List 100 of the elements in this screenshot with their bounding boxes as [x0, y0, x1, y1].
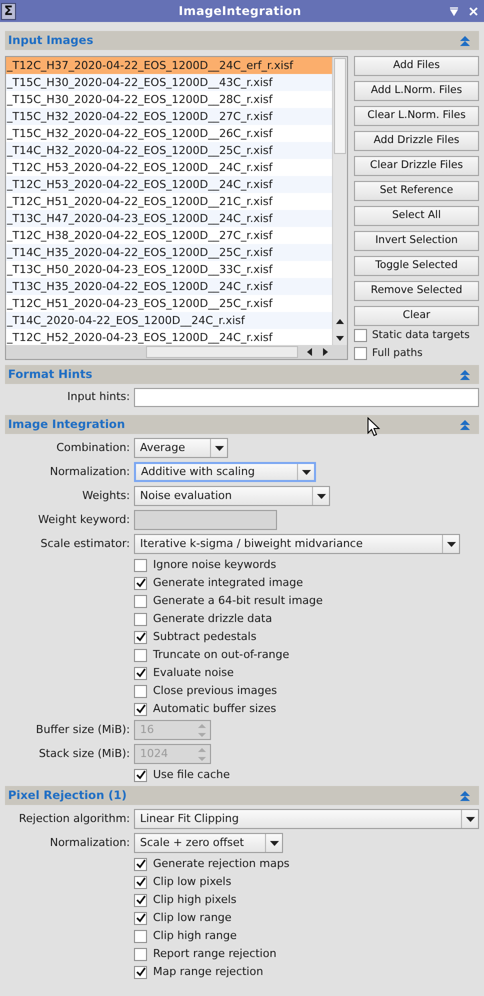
- push-button[interactable]: Clear Drizzle Files: [354, 156, 479, 176]
- section-title: Pixel Rejection (1): [8, 786, 127, 804]
- file-list-item[interactable]: _T14C_2020-04-22_EOS_1200D__24C_r.xisf: [6, 312, 334, 329]
- section-title: Input Images: [8, 32, 94, 49]
- push-button[interactable]: Select All: [354, 206, 479, 226]
- dropdown-arrow-icon[interactable]: [214, 446, 224, 450]
- checkbox-label: Close previous images: [153, 682, 277, 699]
- push-button[interactable]: Toggle Selected: [354, 256, 479, 276]
- push-button[interactable]: Add Drizzle Files: [354, 131, 479, 151]
- checkbox-label: Use file cache: [153, 766, 230, 783]
- dropdown-arrow-icon[interactable]: [316, 494, 326, 498]
- file-list-item[interactable]: _T14C_H32_2020-04-22_EOS_1200D__25C_r.xisf: [6, 142, 334, 159]
- checkbox-label: Truncate on out-of-range: [153, 646, 290, 663]
- file-list-item[interactable]: _T13C_H35_2020-04-22_EOS_1200D__24C_r.xisf: [6, 278, 334, 295]
- checkbox[interactable]: [134, 930, 147, 942]
- push-button[interactable]: Set Reference: [354, 181, 479, 201]
- checkbox-label: Generate rejection maps: [153, 856, 290, 872]
- checkbox[interactable]: [134, 684, 147, 698]
- checkbox-label: Clip low pixels: [153, 874, 232, 890]
- push-button[interactable]: Add Files: [354, 56, 479, 76]
- section-title: Image Integration: [8, 416, 126, 433]
- dropdown-value: Additive with scaling: [140, 464, 256, 480]
- push-button[interactable]: Clear L.Norm. Files: [354, 106, 479, 126]
- field-label: Combination:: [55, 440, 131, 456]
- pin-icon[interactable]: [449, 7, 459, 16]
- checkbox[interactable]: [134, 594, 147, 608]
- checkbox[interactable]: [134, 894, 147, 906]
- field-label: Stack size (MiB):: [38, 746, 131, 762]
- dropdown-value: Average: [139, 440, 186, 456]
- scroll-right-icon[interactable]: [323, 348, 328, 356]
- push-button[interactable]: Clear: [354, 306, 479, 326]
- horizontal-scrollbar[interactable]: [6, 345, 347, 359]
- push-button[interactable]: Add L.Norm. Files: [354, 81, 479, 101]
- checkbox[interactable]: [134, 912, 147, 924]
- dropdown[interactable]: Linear Fit Clipping: [134, 809, 479, 829]
- checkbox[interactable]: [134, 630, 147, 644]
- collapse-icon[interactable]: [459, 419, 471, 430]
- field-label: Normalization:: [48, 834, 131, 851]
- checkbox-label: Ignore noise keywords: [153, 556, 276, 573]
- file-list-item[interactable]: _T14C_H35_2020-04-22_EOS_1200D__25C_r.xisf: [6, 244, 334, 261]
- dropdown-value: Noise evaluation: [139, 488, 233, 504]
- dropdown[interactable]: Additive with scaling: [134, 462, 316, 482]
- checkbox-label: Generate integrated image: [153, 574, 304, 591]
- dropdown[interactable]: Noise evaluation: [134, 486, 330, 506]
- checkbox-label: Automatic buffer sizes: [153, 700, 276, 717]
- checkbox[interactable]: [134, 666, 147, 680]
- section-title: Format Hints: [8, 366, 92, 383]
- file-list-item[interactable]: _T15C_H30_2020-04-22_EOS_1200D__43C_r.xisf: [6, 74, 334, 91]
- field-label: Input hints:: [66, 388, 131, 405]
- push-button[interactable]: Remove Selected: [354, 281, 479, 301]
- dropdown-value: Iterative k-sigma / biweight midvariance: [139, 536, 364, 552]
- checkbox[interactable]: [134, 876, 147, 888]
- field-label: Buffer size (MiB):: [34, 722, 131, 738]
- collapse-icon[interactable]: [459, 35, 471, 46]
- collapse-icon[interactable]: [459, 790, 471, 801]
- dropdown-value: Scale + zero offset: [139, 834, 245, 851]
- checkbox[interactable]: [354, 329, 367, 342]
- dropdown[interactable]: Average: [134, 438, 228, 458]
- window-menu-icon[interactable]: Σ: [1, 2, 16, 20]
- scroll-down-icon[interactable]: [336, 336, 344, 341]
- checkbox[interactable]: [134, 612, 147, 626]
- dropdown[interactable]: Scale + zero offset: [134, 833, 283, 853]
- push-button[interactable]: Invert Selection: [354, 231, 479, 251]
- scroll-left-icon[interactable]: [307, 348, 312, 356]
- checkbox[interactable]: [134, 768, 147, 782]
- scroll-up-icon[interactable]: [336, 319, 344, 324]
- scrollbar-thumb[interactable]: [334, 58, 346, 154]
- checkbox[interactable]: [134, 648, 147, 662]
- scrollbar-thumb[interactable]: [146, 346, 298, 358]
- file-list-item[interactable]: _T15C_H32_2020-04-22_EOS_1200D__27C_r.xisf: [6, 108, 334, 125]
- dropdown-arrow-icon[interactable]: [302, 470, 310, 474]
- close-icon[interactable]: [469, 7, 478, 16]
- input-hints-field[interactable]: [134, 388, 479, 406]
- vertical-scrollbar[interactable]: [332, 57, 347, 345]
- checkbox[interactable]: [134, 702, 147, 716]
- checkbox-label: Evaluate noise: [153, 664, 234, 681]
- checkbox-label: Subtract pedestals: [153, 628, 256, 645]
- dropdown[interactable]: Iterative k-sigma / biweight midvariance: [134, 534, 460, 554]
- field-label: Weights:: [81, 488, 131, 504]
- checkbox[interactable]: [134, 576, 147, 590]
- checkbox-label: Map range rejection: [153, 964, 264, 980]
- field-label: Weight keyword:: [37, 512, 131, 528]
- dropdown-arrow-icon[interactable]: [466, 816, 474, 822]
- file-list-item[interactable]: _T12C_H53_2020-04-22_EOS_1200D__24C_r.xisf: [6, 176, 334, 193]
- checkbox[interactable]: [134, 966, 147, 978]
- dropdown-arrow-icon[interactable]: [270, 840, 278, 846]
- file-list-item[interactable]: _T13C_H47_2020-04-23_EOS_1200D__24C_r.xisf: [6, 210, 334, 227]
- checkbox[interactable]: [134, 948, 147, 960]
- checkbox[interactable]: [134, 558, 147, 572]
- checkbox[interactable]: [134, 858, 147, 870]
- window-title: ImageIntegration: [178, 3, 302, 20]
- field-label: Normalization:: [48, 464, 131, 480]
- collapse-icon[interactable]: [459, 369, 471, 380]
- checkbox-label: Generate a 64-bit result image: [153, 592, 323, 609]
- checkbox[interactable]: [354, 347, 367, 360]
- field-label: Scale estimator:: [40, 536, 131, 552]
- file-list-item[interactable]: _T12C_H37_2020-04-22_EOS_1200D__24C_erf_r.xisf: [6, 57, 334, 74]
- dropdown-arrow-icon[interactable]: [446, 542, 456, 546]
- field-label: Rejection algorithm:: [18, 810, 131, 827]
- dropdown-value: Linear Fit Clipping: [139, 810, 240, 827]
